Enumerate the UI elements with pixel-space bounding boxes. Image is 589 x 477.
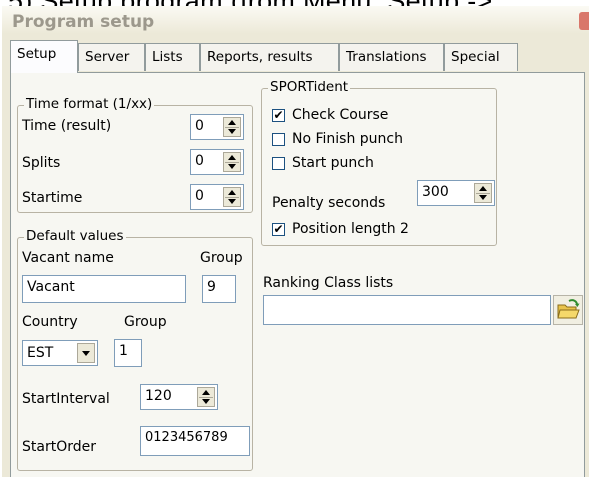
group-label-2: Group <box>124 314 167 330</box>
spinner-arrows-icon[interactable] <box>223 152 241 172</box>
splits-value: 0 <box>195 153 204 169</box>
position-length-label: Position length 2 <box>292 221 409 237</box>
start-order-input[interactable]: 0123456789 <box>140 426 250 456</box>
group-input-1[interactable]: 9 <box>202 275 236 303</box>
checkbox-unchecked-icon[interactable] <box>272 157 285 170</box>
title-bar: Program setup <box>2 6 589 34</box>
spinner-arrows-icon[interactable] <box>474 183 492 203</box>
chevron-down-icon[interactable] <box>77 343 95 363</box>
splits-spinner[interactable]: 0 <box>190 149 244 175</box>
ranking-class-lists-label: Ranking Class lists <box>263 275 394 291</box>
vacant-name-input[interactable]: Vacant <box>22 275 186 303</box>
startime-spinner[interactable]: 0 <box>190 184 244 210</box>
start-order-label: StartOrder <box>22 439 96 455</box>
group-input-2[interactable]: 1 <box>114 339 142 367</box>
checkbox-checked-icon[interactable]: ✔ <box>272 109 285 122</box>
group-label-1: Group <box>200 250 243 266</box>
no-finish-punch-label: No Finish punch <box>292 131 403 147</box>
penalty-seconds-label: Penalty seconds <box>272 195 386 211</box>
tab-reports-results[interactable]: Reports, results <box>200 43 339 71</box>
country-value: EST <box>27 345 54 361</box>
checkbox-checked-icon[interactable]: ✔ <box>272 223 285 236</box>
sportident-legend: SPORTident <box>268 79 351 95</box>
setup-tab-panel: Time format (1/xx) Time (result) 0 Split… <box>10 72 585 477</box>
start-punch-label: Start punch <box>292 155 374 171</box>
time-result-spinner[interactable]: 0 <box>190 114 244 140</box>
penalty-seconds-value: 300 <box>422 184 449 200</box>
spinner-arrows-icon[interactable] <box>197 387 215 407</box>
penalty-seconds-spinner[interactable]: 300 <box>417 180 495 206</box>
time-result-label: Time (result) <box>22 118 112 134</box>
start-interval-spinner[interactable]: 120 <box>140 384 218 410</box>
spinner-arrows-icon[interactable] <box>223 117 241 137</box>
window-title: Program setup <box>12 12 155 32</box>
checkbox-unchecked-icon[interactable] <box>272 133 285 146</box>
tab-server[interactable]: Server <box>78 43 145 71</box>
startime-label: Startime <box>22 190 83 206</box>
time-format-group: Time format (1/xx) Time (result) 0 Split… <box>17 96 253 213</box>
tab-special[interactable]: Special <box>444 43 518 71</box>
open-folder-button[interactable] <box>553 295 583 325</box>
start-interval-label: StartInterval <box>22 391 110 407</box>
tab-lists[interactable]: Lists <box>145 43 200 71</box>
open-folder-icon <box>557 299 580 319</box>
default-values-legend: Default values <box>24 228 126 244</box>
sportident-group: SPORTident ✔ Check Course No Finish punc… <box>261 79 497 246</box>
spinner-arrows-icon[interactable] <box>223 187 241 207</box>
time-format-legend: Time format (1/xx) <box>24 96 155 112</box>
splits-label: Splits <box>22 155 61 171</box>
vacant-name-label: Vacant name <box>22 250 114 266</box>
country-select[interactable]: EST <box>22 340 98 366</box>
time-result-value: 0 <box>195 118 204 134</box>
ranking-class-lists-input[interactable] <box>263 295 551 325</box>
check-course-label: Check Course <box>292 107 389 123</box>
country-label: Country <box>22 314 78 330</box>
default-values-group: Default values Vacant name Group Vacant … <box>17 228 253 471</box>
tab-translations[interactable]: Translations <box>339 43 444 71</box>
tab-setup[interactable]: Setup <box>10 40 78 73</box>
startime-value: 0 <box>195 188 204 204</box>
start-interval-value: 120 <box>145 388 172 404</box>
close-button[interactable] <box>579 12 589 30</box>
